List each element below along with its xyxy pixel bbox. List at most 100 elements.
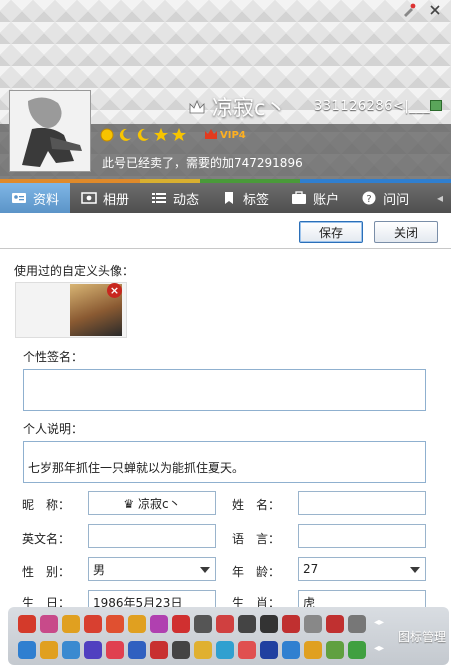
language-input[interactable] (298, 524, 426, 548)
language-label: 语 言： (232, 532, 281, 546)
gender-label: 性 别： (22, 565, 71, 579)
close-window-button[interactable] (425, 2, 445, 18)
vip-badge[interactable]: VIP4 (220, 130, 246, 141)
vip-crown-icon (205, 129, 217, 139)
map-icon[interactable] (216, 641, 234, 659)
personal-signature-input[interactable] (23, 369, 426, 411)
ticket-icon[interactable] (282, 615, 300, 633)
icon-row-arrows[interactable]: ◂▸ (374, 617, 384, 628)
cat-icon[interactable] (84, 641, 102, 659)
trophy-icon[interactable] (216, 615, 234, 633)
tab-label: 相册 (103, 192, 130, 208)
personal-description-value: 七岁那年抓住一只蝉就以为能抓住夏天。 (28, 461, 245, 475)
flame-icon[interactable] (18, 615, 36, 633)
divider (0, 248, 451, 249)
star-icon (172, 128, 186, 141)
tab-info[interactable]: 资料 (0, 183, 71, 213)
sun-icon (100, 128, 114, 142)
book-icon[interactable] (348, 615, 366, 633)
tab-bar: 资料 相册 动态 标签 账户 ? 问问 ◂ (0, 183, 451, 213)
remove-avatar-button[interactable]: × (107, 283, 122, 298)
english-name-input[interactable] (88, 524, 216, 548)
qq-number: 331126286<|___ (314, 99, 431, 114)
used-avatars-label: 使用过的自定义头像： (14, 264, 135, 278)
tank-icon[interactable] (260, 615, 278, 633)
chevron-down-icon (200, 567, 210, 573)
gender-select[interactable]: 男 (88, 557, 216, 581)
cloud-icon[interactable] (62, 641, 80, 659)
skin-icon[interactable] (399, 2, 419, 18)
personal-signature-label: 个性签名： (23, 350, 84, 364)
icon-manage-link[interactable]: 图标管理 (398, 628, 446, 645)
tab-tags[interactable]: 标签 (210, 183, 280, 213)
personal-description-input[interactable]: 七岁那年抓住一只蝉就以为能抓住夏天。 (23, 441, 426, 483)
svg-text:?: ? (366, 194, 371, 205)
star-icon (154, 128, 168, 141)
tie-icon[interactable] (238, 615, 256, 633)
icon-row-arrows[interactable]: ◂▸ (374, 643, 384, 654)
tab-label: 问问 (383, 192, 410, 208)
tab-qa[interactable]: ? 问问 (350, 183, 420, 213)
crown-icon (189, 99, 205, 114)
news-icon[interactable] (282, 641, 300, 659)
tab-activity[interactable]: 动态 (140, 183, 210, 213)
controller-icon[interactable] (172, 641, 190, 659)
game-icon[interactable] (106, 615, 124, 633)
age-label: 年 龄： (232, 565, 281, 579)
close-button[interactable]: 关闭 (374, 221, 438, 243)
profile-header: 凉寂c丶 331126286<|___ VIP4 此号已经卖了，需要的加7472… (0, 0, 451, 183)
gift-icon[interactable] (40, 615, 58, 633)
qq-space-icon[interactable] (260, 641, 278, 659)
avatar[interactable] (9, 90, 91, 172)
farm-icon[interactable] (326, 641, 344, 659)
tab-label: 动态 (173, 192, 200, 208)
tab-account[interactable]: 账户 (280, 183, 350, 213)
penguin-icon[interactable] (194, 615, 212, 633)
grid-icon[interactable] (128, 641, 146, 659)
signature-text: 此号已经卖了，需要的加747291896 (102, 156, 303, 170)
window-controls (399, 2, 445, 18)
star-app-icon[interactable] (18, 641, 36, 659)
id-card-icon (12, 193, 26, 203)
moon-icon (119, 128, 131, 141)
tab-label: 资料 (33, 192, 60, 208)
name-label: 姓 名： (232, 498, 281, 512)
car-icon[interactable] (62, 615, 80, 633)
personal-description-label: 个人说明： (23, 422, 84, 436)
save-button[interactable]: 保存 (299, 221, 363, 243)
pet-icon[interactable] (172, 615, 190, 633)
english-name-label: 英文名： (22, 532, 71, 546)
nickname-label: 昵 称： (22, 498, 71, 512)
tab-label: 标签 (243, 192, 270, 208)
tab-album[interactable]: 相册 (70, 183, 140, 213)
wallet-icon (292, 191, 307, 204)
tab-label: 账户 (313, 192, 340, 208)
photo-icon (81, 192, 97, 204)
shop-icon[interactable] (238, 641, 256, 659)
coin-icon[interactable] (194, 641, 212, 659)
age-select[interactable]: 27 (298, 557, 426, 581)
nickname-row: 凉寂c丶 (188, 92, 287, 122)
gender-value: 男 (93, 562, 106, 577)
music-icon[interactable] (128, 615, 146, 633)
level-icons (100, 128, 186, 142)
diamond-icon[interactable] (150, 615, 168, 633)
cake-icon[interactable] (84, 615, 102, 633)
chevron-down-icon (410, 567, 420, 573)
green-icon[interactable] (348, 641, 366, 659)
sun-app-icon[interactable] (304, 641, 322, 659)
folder-icon[interactable] (304, 615, 322, 633)
nickname: 凉寂c丶 (212, 96, 287, 120)
edit-icon[interactable] (430, 100, 442, 111)
moon-icon (137, 128, 149, 141)
heart-icon[interactable] (106, 641, 124, 659)
red-diamond-icon[interactable] (150, 641, 168, 659)
tab-scroll-left-icon[interactable]: ◂ (437, 183, 451, 213)
name-input[interactable] (298, 491, 426, 515)
question-icon: ? (362, 191, 376, 205)
mail-icon[interactable] (326, 615, 344, 633)
bookmark-icon (225, 192, 234, 204)
age-value: 27 (303, 562, 319, 576)
lightbulb-icon[interactable] (40, 641, 58, 659)
nickname-input[interactable]: ♛ 凉寂c丶 (88, 491, 216, 515)
